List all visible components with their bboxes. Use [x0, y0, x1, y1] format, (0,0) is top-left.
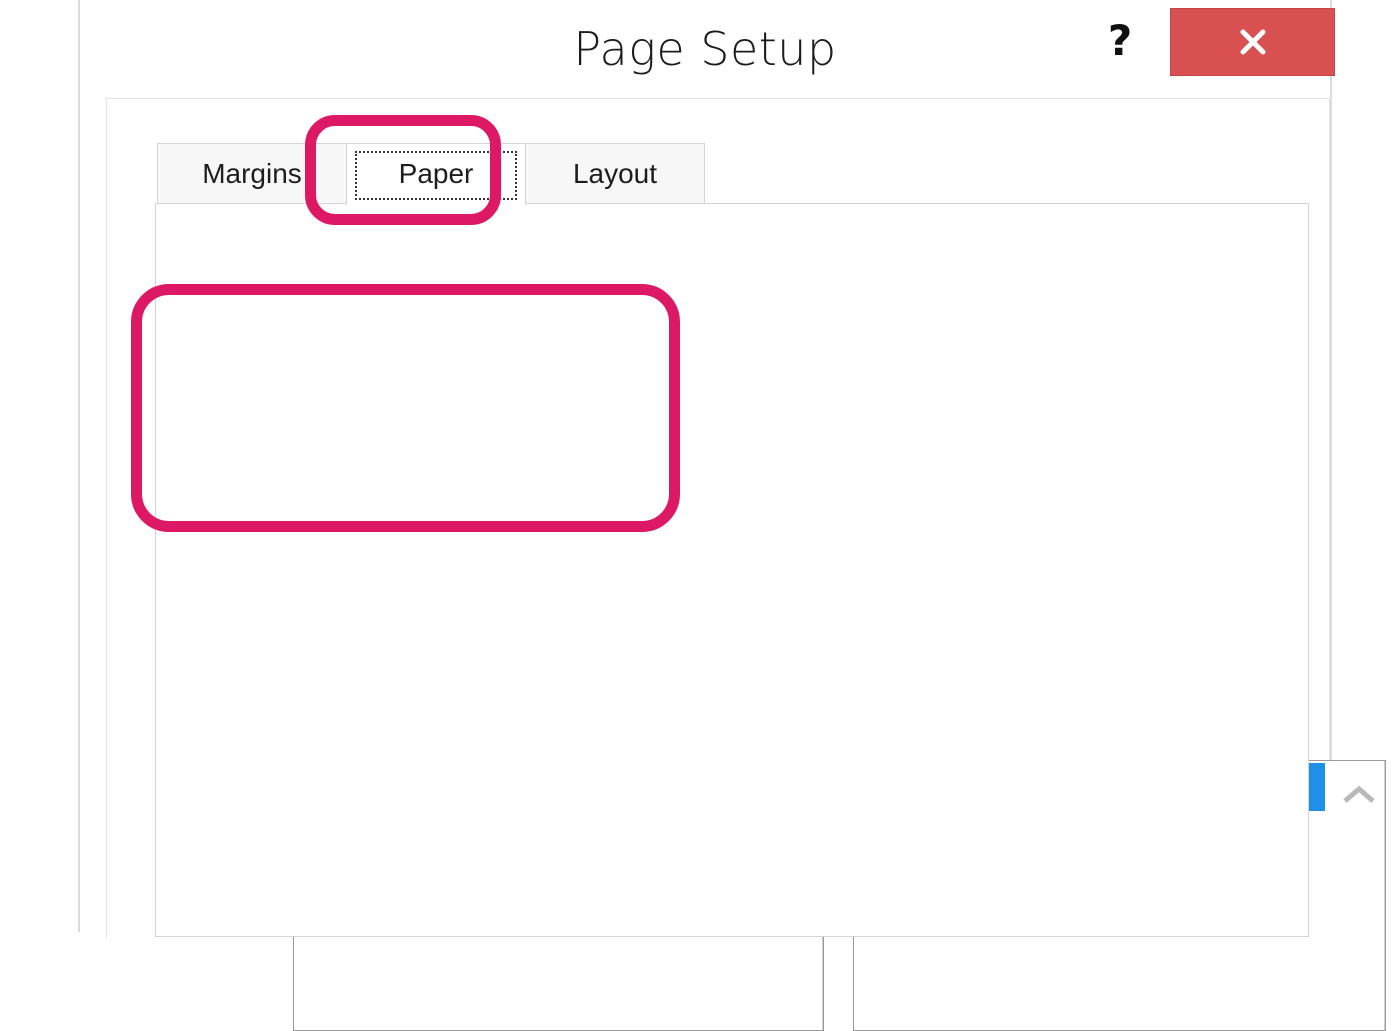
help-button[interactable]: ?	[1098, 14, 1142, 66]
tab-layout-label: Layout	[572, 158, 658, 189]
tab-margins[interactable]: Margins	[157, 143, 347, 205]
tab-strip: Margins Paper Layout	[157, 143, 705, 205]
tab-margins-label: Margins	[202, 158, 302, 189]
close-button[interactable]	[1170, 8, 1335, 76]
page-setup-dialog: Page Setup ? Margins Paper Layout	[78, 0, 1386, 1031]
tab-paper[interactable]: Paper	[346, 143, 526, 205]
tab-layout[interactable]: Layout	[525, 143, 705, 205]
tab-panel-paper	[155, 203, 1309, 937]
chevron-up-icon	[1343, 785, 1375, 803]
close-icon	[1240, 29, 1265, 55]
listbox-scroll-divider	[1384, 761, 1385, 1030]
dialog-title: Page Setup	[573, 22, 837, 76]
other-pages-scroll-up-button[interactable]	[1339, 775, 1379, 815]
dialog-titlebar: Page Setup ?	[80, 0, 1335, 90]
tab-paper-label: Paper	[398, 158, 474, 189]
dialog-body: Margins Paper Layout Paper size: Custom …	[106, 98, 1386, 1031]
